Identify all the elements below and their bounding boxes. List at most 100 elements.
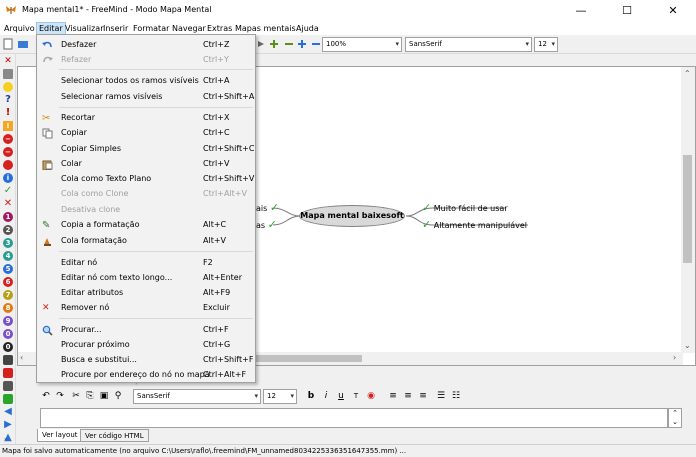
zoom-out-icon[interactable] — [310, 38, 322, 50]
priority-11-icon[interactable]: 0 — [3, 342, 13, 352]
menu-item-recortar[interactable]: ✂ Recortar Ctrl+X — [37, 111, 255, 125]
flag-icon[interactable] — [3, 381, 13, 391]
menu-item-procure-endereco[interactable]: Procure por endereço do nó no mapa Ctrl+… — [37, 368, 255, 382]
menu-item-editar-atributos[interactable]: Editar atributos Alt+F9 — [37, 286, 255, 300]
question-icon[interactable]: ? — [3, 95, 13, 105]
copy-icon[interactable]: ⎘ — [83, 389, 97, 403]
tab-ver-codigo-html[interactable]: Ver código HTML — [80, 429, 149, 442]
checkmark-icon[interactable]: ✓ — [3, 186, 13, 196]
italic-icon[interactable]: i — [319, 389, 333, 403]
horizontal-scroll-thumb[interactable] — [254, 355, 362, 362]
info-icon[interactable]: i — [3, 173, 13, 183]
menu-item-desativa-clone[interactable]: Desativa clone — [37, 203, 255, 217]
menu-item-cola-formatacao[interactable]: Cola formatação Alt+V — [37, 234, 255, 248]
mindmap-root-node[interactable]: Mapa mental baixesoft — [299, 205, 405, 227]
menu-ajuda[interactable]: Ajuda — [294, 22, 321, 35]
undo-icon[interactable]: ↶ — [39, 389, 53, 403]
priority-10-icon[interactable]: 0 — [3, 329, 13, 339]
editor-font-select[interactable]: SansSerif ▾ — [133, 389, 261, 404]
menu-item-editar-no[interactable]: Editar nó F2 — [37, 256, 255, 270]
menu-item-cola-clone[interactable]: Cola como Clone Ctrl+Alt+V — [37, 187, 255, 201]
menu-item-cola-texto-plano[interactable]: Cola como Texto Plano Ctrl+Shift+V — [37, 172, 255, 186]
redo-icon[interactable]: ↷ — [53, 389, 67, 403]
scroll-left-icon[interactable]: ‹ — [20, 353, 23, 362]
tab-ver-layout[interactable]: Ver layout — [37, 429, 83, 442]
priority-4-icon[interactable]: 4 — [3, 251, 13, 261]
priority-6-icon[interactable]: 6 — [3, 277, 13, 287]
priority-7-icon[interactable]: 7 — [3, 290, 13, 300]
exclamation-icon[interactable]: ! — [3, 108, 13, 118]
mindmap-node-right-1[interactable]: ✓ Muito fácil de usar — [422, 201, 508, 214]
scroll-down-icon[interactable]: ⌄ — [684, 341, 691, 350]
note-text-area[interactable] — [40, 408, 668, 428]
cut-icon[interactable]: ✂ — [69, 389, 83, 403]
priority-8-icon[interactable]: 8 — [3, 303, 13, 313]
menu-item-copia-formatacao[interactable]: ✎ Copia a formatação Alt+C — [37, 218, 255, 232]
font-size-select[interactable]: 12 ▾ — [534, 37, 558, 52]
numbered-list-icon[interactable]: ☷ — [449, 389, 463, 403]
menu-arquivo[interactable]: Arquivo — [2, 22, 37, 35]
bold-icon[interactable]: b — [304, 389, 318, 403]
no-entry-icon[interactable]: − — [3, 147, 13, 157]
priority-1-icon[interactable]: 1 — [3, 212, 13, 222]
paste-icon[interactable]: ▣ — [97, 389, 111, 403]
scroll-up-icon[interactable]: ⌃ — [684, 69, 691, 78]
forbidden-icon[interactable] — [3, 160, 13, 170]
remove-last-icon[interactable]: ✕ — [3, 56, 13, 66]
traffic-light-red-icon[interactable] — [3, 368, 13, 378]
menu-item-procurar[interactable]: Procurar... Ctrl+F — [37, 323, 255, 337]
menu-item-copiar[interactable]: Copiar Ctrl+C — [37, 126, 255, 140]
priority-3-icon[interactable]: 3 — [3, 238, 13, 248]
menu-item-remover-no[interactable]: ✕ Remover nó Excluir — [37, 301, 255, 315]
text-color-icon[interactable]: T — [349, 389, 363, 403]
icon-palette-scroll-down-icon[interactable]: ⌄ — [3, 434, 9, 442]
align-center-icon[interactable]: ≡ — [401, 389, 415, 403]
menu-item-selecionar-todos[interactable]: Selecionar todos os ramos visíveis Ctrl+… — [37, 74, 255, 88]
menu-item-refazer[interactable]: Refazer Ctrl+Y — [37, 53, 255, 67]
vertical-scroll-thumb[interactable] — [683, 155, 692, 263]
mindmap-node-left-2[interactable]: as ✓ — [256, 218, 277, 231]
scroll-right-icon[interactable]: › — [673, 353, 676, 362]
close-button[interactable]: ✕ — [650, 0, 696, 21]
zoom-in-icon[interactable] — [296, 38, 308, 50]
menu-item-procurar-proximo[interactable]: Procurar próximo Ctrl+G — [37, 338, 255, 352]
menu-item-busca-substitui[interactable]: Busca e substitui... Ctrl+Shift+F — [37, 353, 255, 367]
menu-item-selecionar-ramos[interactable]: Selecionar ramos visíveis Ctrl+Shift+A — [37, 90, 255, 104]
mindmap-node-left-1[interactable]: ais ✓ — [256, 201, 279, 214]
open-folder-icon[interactable] — [17, 38, 29, 50]
warning-icon[interactable]: ! — [3, 121, 13, 131]
new-file-icon[interactable] — [2, 38, 14, 50]
arrow-left-icon[interactable]: ◀ — [3, 407, 13, 417]
idea-bulb-icon[interactable] — [3, 82, 13, 92]
minimize-button[interactable]: — — [558, 0, 604, 21]
menu-item-editar-texto-longo[interactable]: Editar nó com texto longo... Alt+Enter — [37, 271, 255, 285]
editor-size-select[interactable]: 12 ▾ — [263, 389, 297, 404]
menu-item-copiar-simples[interactable]: Copiar Simples Ctrl+Shift+C — [37, 142, 255, 156]
navigate-right-icon[interactable] — [256, 38, 268, 50]
align-right-icon[interactable]: ≡ — [416, 389, 430, 403]
cross-icon[interactable]: ✕ — [3, 199, 13, 209]
priority-2-icon[interactable]: 2 — [3, 225, 13, 235]
stop-icon[interactable]: − — [3, 134, 13, 144]
add-child-icon[interactable] — [268, 38, 280, 50]
font-family-select[interactable]: SansSerif ▾ — [405, 37, 532, 52]
maximize-button[interactable]: ☐ — [604, 0, 650, 21]
zoom-select[interactable]: 100% ▾ — [322, 37, 402, 52]
underline-icon[interactable]: u — [334, 389, 348, 403]
bullet-list-icon[interactable]: ☰ — [434, 389, 448, 403]
find-icon[interactable]: ⚲ — [111, 389, 125, 403]
arrow-right-icon[interactable]: ▶ — [3, 420, 13, 430]
mindmap-node-right-2[interactable]: ✓ Altamente manipulável — [422, 218, 527, 231]
priority-9-icon[interactable]: 9 — [3, 316, 13, 326]
align-left-icon[interactable]: ≡ — [386, 389, 400, 403]
remove-icon[interactable] — [283, 38, 295, 50]
vertical-scrollbar[interactable]: ⌃ ⌄ — [681, 67, 695, 353]
priority-5-icon[interactable]: 5 — [3, 264, 13, 274]
note-scrollbar[interactable]: ⌃ ⌄ — [668, 408, 682, 428]
highlight-icon[interactable]: ◉ — [364, 389, 378, 403]
traffic-light-icon[interactable] — [3, 355, 13, 365]
menu-item-colar[interactable]: Colar Ctrl+V — [37, 157, 255, 171]
battery-icon[interactable] — [3, 394, 13, 404]
trash-icon[interactable] — [3, 69, 13, 79]
menu-item-desfazer[interactable]: Desfazer Ctrl+Z — [37, 38, 255, 52]
